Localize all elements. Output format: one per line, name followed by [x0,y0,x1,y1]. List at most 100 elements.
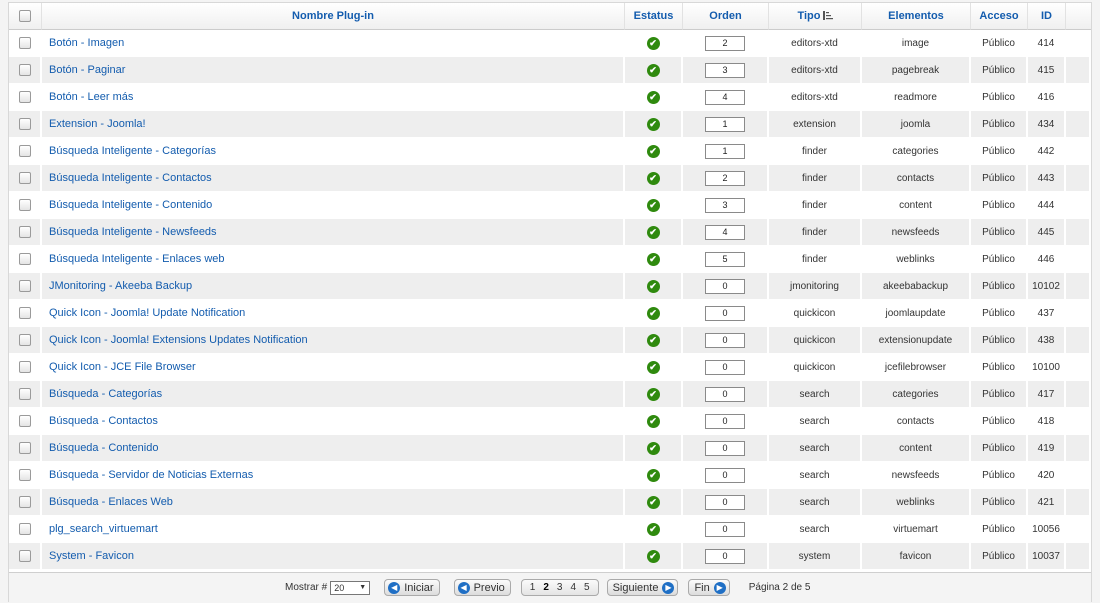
row-checkbox[interactable] [18,388,31,400]
order-input[interactable] [705,548,745,564]
row-checkbox[interactable] [18,253,31,265]
plugin-name-link[interactable]: Quick Icon - Joomla! Update Notification [49,307,245,319]
plugin-name-link[interactable]: Búsqueda Inteligente - Newsfeeds [49,226,217,238]
row-checkbox[interactable] [18,226,31,238]
check-circle-icon[interactable]: ✔ [646,441,660,455]
col-header-access[interactable]: Acceso [971,3,1028,30]
row-checkbox[interactable] [18,172,31,184]
row-checkbox[interactable] [18,415,31,427]
col-header-element[interactable]: Elementos [862,3,971,30]
order-input[interactable] [705,143,745,159]
plugin-name-link[interactable]: Búsqueda - Contactos [49,415,158,427]
order-input[interactable] [705,197,745,213]
check-circle-icon[interactable]: ✔ [646,171,660,185]
row-checkbox[interactable] [18,442,31,454]
check-circle-icon[interactable]: ✔ [646,495,660,509]
plugin-name-link[interactable]: Búsqueda - Enlaces Web [49,496,173,508]
plugin-name-link[interactable]: JMonitoring - Akeeba Backup [49,280,192,292]
row-checkbox[interactable] [18,361,31,373]
check-circle-icon[interactable]: ✔ [646,468,660,482]
row-checkbox[interactable] [18,280,31,292]
check-circle-icon[interactable]: ✔ [646,333,660,347]
order-input[interactable] [705,116,745,132]
limit-select[interactable]: 20 ▼ [330,580,371,595]
check-circle-icon[interactable]: ✔ [646,117,660,131]
plugin-name-link[interactable]: System - Favicon [49,550,134,562]
row-checkbox[interactable] [18,64,31,76]
row-checkbox[interactable] [18,91,31,103]
check-circle-icon[interactable]: ✔ [646,36,660,50]
start-button[interactable]: ◀ Iniciar [384,579,440,596]
end-button[interactable]: Fin ▶ [688,579,730,596]
order-input[interactable] [705,332,745,348]
plugin-name-cell: Búsqueda Inteligente - Contactos [42,165,625,192]
order-input[interactable] [705,170,745,186]
order-input[interactable] [705,521,745,537]
order-input[interactable] [705,62,745,78]
row-checkbox[interactable] [18,145,31,157]
order-input[interactable] [705,440,745,456]
check-circle-icon[interactable]: ✔ [646,225,660,239]
check-circle-icon[interactable]: ✔ [646,414,660,428]
order-input[interactable] [705,386,745,402]
col-header-name[interactable]: Nombre Plug-in [42,3,625,30]
order-input[interactable] [705,35,745,51]
check-circle-icon[interactable]: ✔ [646,63,660,77]
row-checkbox[interactable] [18,307,31,319]
check-circle-icon[interactable]: ✔ [646,144,660,158]
order-input[interactable] [705,89,745,105]
plugin-name-link[interactable]: Búsqueda Inteligente - Enlaces web [49,253,225,265]
order-input[interactable] [705,224,745,240]
plugin-name-link[interactable]: Botón - Paginar [49,64,125,76]
plugin-name-link[interactable]: Búsqueda - Servidor de Noticias Externas [49,469,253,481]
col-header-type[interactable]: Tipo [769,3,862,30]
row-checkbox[interactable] [18,523,31,535]
plugin-name-link[interactable]: Quick Icon - Joomla! Extensions Updates … [49,334,308,346]
plugin-name-link[interactable]: Botón - Leer más [49,91,133,103]
check-circle-icon[interactable]: ✔ [646,306,660,320]
order-input[interactable] [705,251,745,267]
col-header-id[interactable]: ID [1028,3,1066,30]
next-button[interactable]: Siguiente ▶ [606,579,679,596]
check-circle-icon[interactable]: ✔ [646,522,660,536]
select-all-checkbox[interactable] [19,10,31,23]
row-checkbox[interactable] [18,199,31,211]
plugin-name-link[interactable]: Búsqueda - Categorías [49,388,162,400]
col-header-order[interactable]: Orden [683,3,769,30]
page-link-5[interactable]: 5 [584,582,590,593]
order-input[interactable] [705,278,745,294]
check-circle-icon[interactable]: ✔ [646,198,660,212]
plugin-name-link[interactable]: Búsqueda Inteligente - Contactos [49,172,212,184]
plugin-name-link[interactable]: Búsqueda Inteligente - Contenido [49,199,212,211]
check-circle-icon[interactable]: ✔ [646,360,660,374]
page-link-2[interactable]: 2 [543,582,549,593]
access-cell: Público [971,408,1028,435]
order-input[interactable] [705,494,745,510]
check-circle-icon[interactable]: ✔ [646,252,660,266]
page-link-3[interactable]: 3 [557,582,563,593]
col-header-status[interactable]: Estatus [625,3,683,30]
row-checkbox[interactable] [18,118,31,130]
check-circle-icon[interactable]: ✔ [646,279,660,293]
plugin-name-link[interactable]: Búsqueda - Contenido [49,442,158,454]
check-circle-icon[interactable]: ✔ [646,549,660,563]
order-input[interactable] [705,359,745,375]
plugin-name-link[interactable]: Quick Icon - JCE File Browser [49,361,196,373]
check-circle-icon[interactable]: ✔ [646,387,660,401]
row-checkbox[interactable] [18,469,31,481]
page-link-4[interactable]: 4 [570,582,576,593]
plugin-name-link[interactable]: plg_search_virtuemart [49,523,158,535]
check-circle-icon[interactable]: ✔ [646,90,660,104]
page-link-1[interactable]: 1 [530,582,536,593]
plugin-name-link[interactable]: Extension - Joomla! [49,118,146,130]
prev-button[interactable]: ◀ Previo [453,579,511,596]
order-input[interactable] [705,413,745,429]
row-checkbox[interactable] [18,37,31,49]
order-input[interactable] [705,305,745,321]
row-checkbox[interactable] [18,496,31,508]
row-checkbox[interactable] [18,334,31,346]
plugin-name-link[interactable]: Botón - Imagen [49,37,124,49]
order-input[interactable] [705,467,745,483]
plugin-name-link[interactable]: Búsqueda Inteligente - Categorías [49,145,216,157]
row-checkbox[interactable] [18,550,31,562]
